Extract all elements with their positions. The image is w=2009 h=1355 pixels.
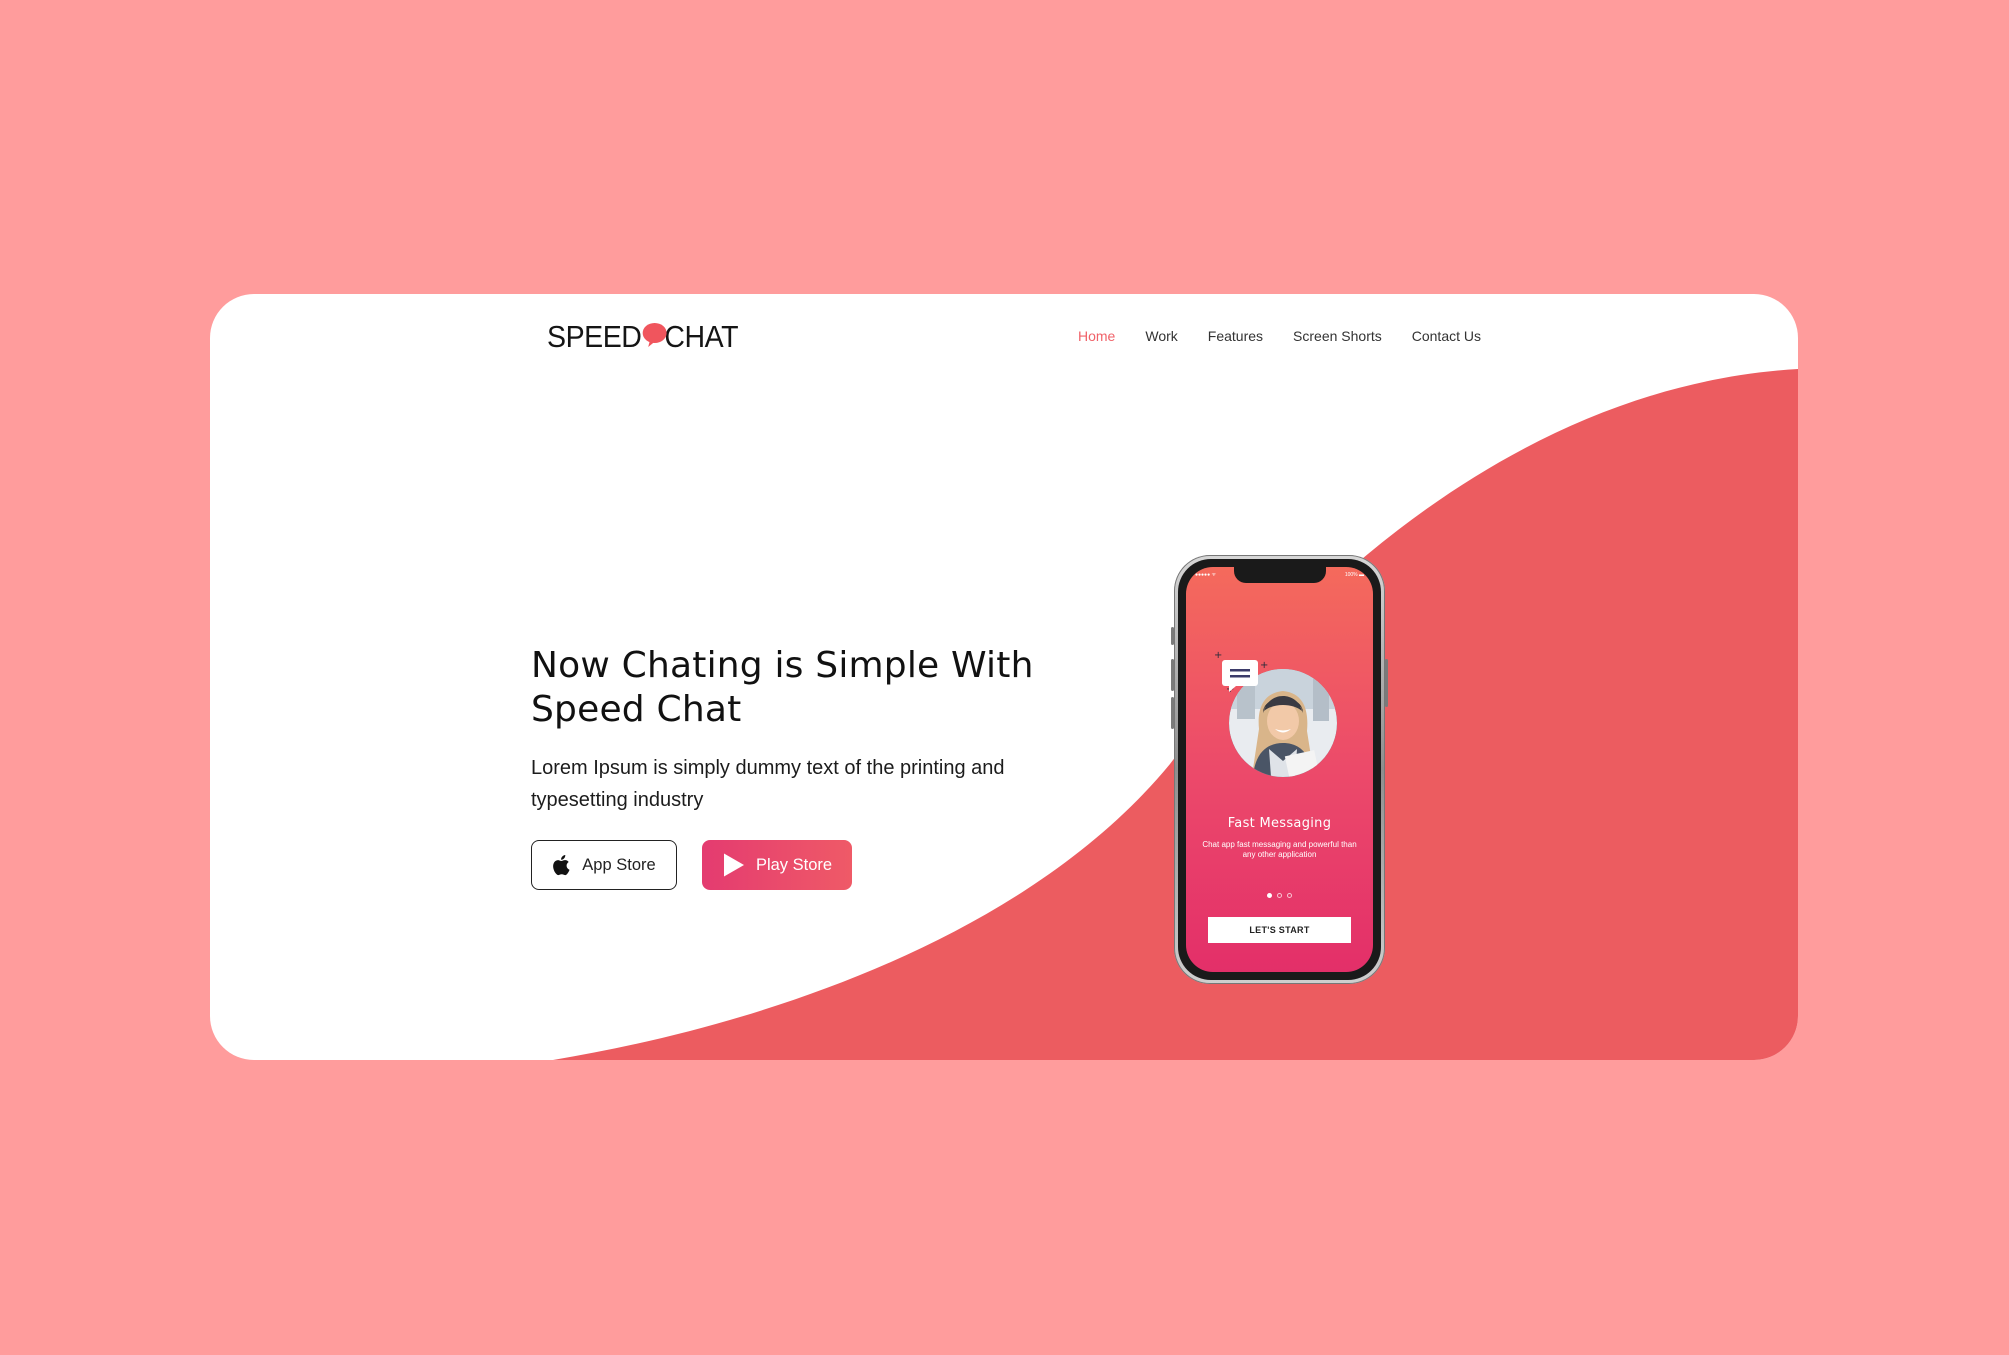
play-icon (722, 852, 746, 878)
phone-mute-switch (1171, 627, 1174, 645)
screen-title: Fast Messaging (1227, 816, 1332, 831)
phone-volume-down (1171, 697, 1174, 729)
chat-bubble-icon (1221, 659, 1261, 692)
phone-mockup: ●●●●● ᯤ 100% ▬ + + + (1171, 555, 1388, 984)
pager-dot-3[interactable] (1287, 893, 1292, 898)
pager-dots (1186, 893, 1373, 898)
hero-title-line2: Speed Chat (531, 689, 742, 730)
play-store-label: Play Store (755, 855, 833, 874)
hero-title-line1: Now Chating is Simple With (531, 645, 1034, 686)
nav-features[interactable]: Features (1193, 318, 1278, 354)
screen-description: Chat app fast messaging and powerful tha… (1202, 840, 1357, 859)
sparkle-icon: + (1260, 660, 1269, 671)
phone-volume-up (1171, 659, 1174, 691)
logo-text-chat: CHAT (664, 319, 739, 354)
hero-subtitle: Lorem Ipsum is simply dummy text of the … (531, 757, 1005, 811)
logo[interactable]: SPEED CHAT (547, 312, 739, 362)
phone-notch (1233, 567, 1326, 583)
nav-contact-us[interactable]: Contact Us (1397, 318, 1496, 354)
pager-dot-2[interactable] (1277, 893, 1282, 898)
status-signal: ●●●●● ᯤ (1195, 572, 1217, 578)
nav-work[interactable]: Work (1130, 318, 1192, 354)
main-nav: Home Work Features Screen Shorts Contact… (1063, 318, 1496, 354)
logo-text-speed: SPEED (547, 319, 642, 354)
nav-home[interactable]: Home (1063, 318, 1130, 354)
hero-title: Now Chating is Simple With Speed Chat (531, 644, 1091, 732)
play-store-button[interactable]: Play Store (702, 840, 852, 890)
phone-power-button (1385, 659, 1388, 707)
hero-card: SPEED CHAT Home Work Features Screen Sho… (210, 294, 1798, 1060)
nav-screen-shorts[interactable]: Screen Shorts (1278, 318, 1397, 354)
lets-start-button[interactable]: LET'S START (1208, 917, 1351, 943)
speech-bubble-icon (640, 320, 668, 347)
apple-icon (552, 854, 572, 876)
phone-screen: ●●●●● ᯤ 100% ▬ + + + (1186, 567, 1373, 972)
app-store-button[interactable]: App Store (531, 840, 677, 890)
phone-bezel: ●●●●● ᯤ 100% ▬ + + + (1178, 559, 1381, 980)
pager-dot-1[interactable] (1267, 893, 1272, 898)
status-battery: 100% ▬ (1344, 572, 1364, 578)
app-store-label: App Store (582, 855, 656, 874)
